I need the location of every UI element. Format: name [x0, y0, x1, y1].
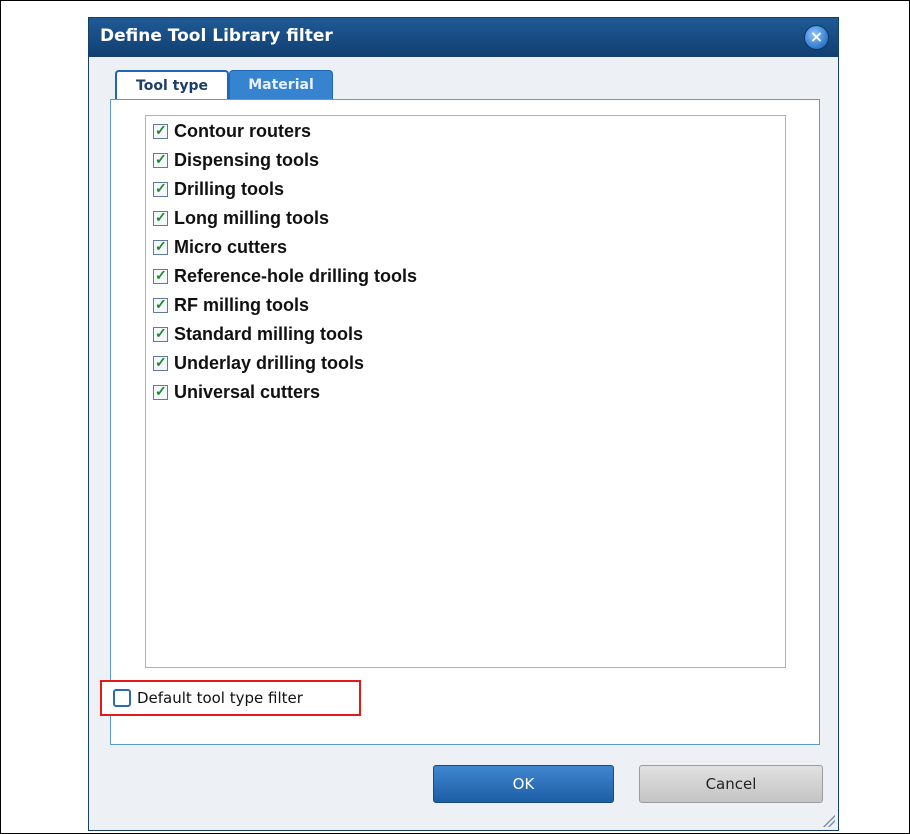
list-item-label: Reference-hole drilling tools	[174, 265, 418, 286]
default-filter-checkbox[interactable]	[113, 689, 131, 707]
list-item-label: Dispensing tools	[174, 149, 320, 170]
filter-dialog: Define Tool Library filter × Tool type M…	[88, 17, 839, 831]
check-icon: ✓	[155, 353, 167, 370]
checkbox[interactable]: ✓	[153, 237, 168, 255]
check-icon: ✓	[155, 208, 167, 225]
check-icon: ✓	[155, 121, 167, 138]
list-item-label: RF milling tools	[174, 294, 309, 315]
close-icon[interactable]: ×	[804, 25, 829, 50]
list-item-standard-milling-tools[interactable]: ✓ Standard milling tools	[153, 322, 363, 346]
list-item-reference-hole-drilling-tools[interactable]: ✓ Reference-hole drilling tools	[153, 264, 417, 288]
list-item-label: Drilling tools	[174, 178, 284, 199]
checkbox[interactable]: ✓	[153, 382, 168, 400]
tab-tool-type[interactable]: Tool type	[115, 70, 229, 100]
check-icon: ✓	[155, 150, 167, 167]
list-item-long-milling-tools[interactable]: ✓ Long milling tools	[153, 206, 329, 230]
default-filter-highlight: Default tool type filter	[100, 680, 361, 716]
list-item-label: Long milling tools	[174, 207, 329, 228]
list-item-dispensing-tools[interactable]: ✓ Dispensing tools	[153, 148, 319, 172]
checkbox[interactable]: ✓	[153, 295, 168, 313]
list-item-label: Underlay drilling tools	[174, 352, 365, 373]
checkbox[interactable]: ✓	[153, 179, 168, 197]
tool-type-panel: ✓ Contour routers ✓ Dispensing tools ✓ D…	[100, 99, 820, 745]
tool-type-list[interactable]: ✓ Contour routers ✓ Dispensing tools ✓ D…	[145, 115, 786, 668]
checkbox[interactable]: ✓	[153, 121, 168, 139]
check-icon: ✓	[155, 237, 167, 254]
checkbox[interactable]: ✓	[153, 324, 168, 342]
check-icon: ✓	[155, 382, 167, 399]
list-item-label: Universal cutters	[174, 381, 321, 402]
checkbox[interactable]: ✓	[153, 266, 168, 284]
list-item-label: Micro cutters	[174, 236, 288, 257]
checkbox[interactable]: ✓	[153, 353, 168, 371]
checkbox[interactable]: ✓	[153, 150, 168, 168]
resize-grip-icon[interactable]	[823, 815, 835, 827]
ok-button[interactable]: OK	[433, 765, 614, 803]
title-bar: Define Tool Library filter ×	[89, 18, 838, 57]
list-item-contour-routers[interactable]: ✓ Contour routers	[153, 119, 311, 143]
list-item-label: Contour routers	[174, 120, 311, 141]
checkbox[interactable]: ✓	[153, 208, 168, 226]
cancel-button[interactable]: Cancel	[639, 765, 823, 803]
list-item-micro-cutters[interactable]: ✓ Micro cutters	[153, 235, 287, 259]
tab-material[interactable]: Material	[229, 70, 333, 100]
default-filter-label[interactable]: Default tool type filter	[137, 689, 303, 707]
check-icon: ✓	[155, 179, 167, 196]
list-item-underlay-drilling-tools[interactable]: ✓ Underlay drilling tools	[153, 351, 364, 375]
check-icon: ✓	[155, 266, 167, 283]
list-item-universal-cutters[interactable]: ✓ Universal cutters	[153, 380, 320, 404]
list-item-rf-milling-tools[interactable]: ✓ RF milling tools	[153, 293, 309, 317]
list-item-drilling-tools[interactable]: ✓ Drilling tools	[153, 177, 284, 201]
check-icon: ✓	[155, 295, 167, 312]
check-icon: ✓	[155, 324, 167, 341]
list-item-label: Standard milling tools	[174, 323, 364, 344]
dialog-title: Define Tool Library filter	[100, 26, 333, 46]
